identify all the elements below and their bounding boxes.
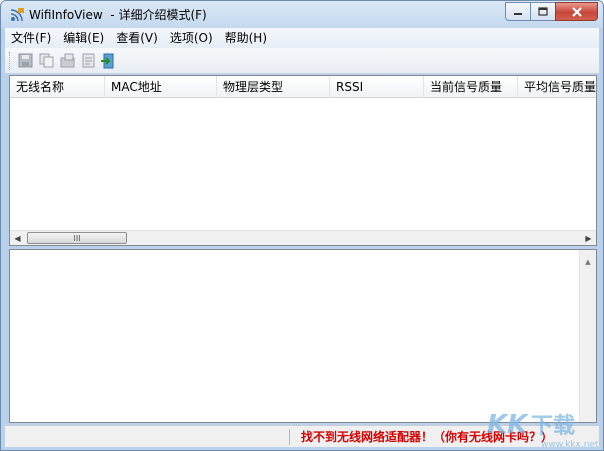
menu-options[interactable]: 选项(O) [164,28,219,48]
horizontal-scrollbar[interactable]: ◀ III ▶ [10,230,596,245]
watermark-logo: KK 下载 www.kkx.net [487,410,599,450]
menu-help[interactable]: 帮助(H) [219,28,273,48]
close-icon [571,6,582,17]
copy-icon [39,53,53,68]
toolbar [5,48,599,74]
menu-edit[interactable]: 编辑(E) [57,28,110,48]
maximize-button[interactable] [530,2,556,21]
network-list[interactable]: 无线名称 MAC地址 物理层类型 RSSI 当前信号质量 平均信号质量 ◀ II… [9,75,597,246]
thumb-grip: III [73,233,81,243]
report-icon [82,53,94,68]
column-header-signal-quality[interactable]: 当前信号质量 [424,76,518,98]
scroll-up-arrow-icon[interactable]: ▲ [580,254,596,270]
title-bar[interactable]: WifiInfoView - 详细介绍模式(F) [1,1,603,28]
save-icon [18,53,32,68]
close-button[interactable] [555,2,598,21]
scroll-left-arrow-icon[interactable]: ◀ [10,231,25,246]
scroll-thumb[interactable]: III [27,232,127,244]
exit-icon [101,53,114,68]
copy-button[interactable] [37,52,55,70]
menu-file[interactable]: 文件(F) [5,28,57,48]
wifi-app-icon [10,8,24,22]
svg-text:www.kkx.net: www.kkx.net [541,440,599,450]
properties-button[interactable] [58,52,76,70]
properties-icon [60,53,74,68]
app-window: WifiInfoView - 详细介绍模式(F) 文件(F) 编辑(E) 查看(… [0,0,604,451]
column-header-rssi[interactable]: RSSI [330,76,424,98]
vertical-scrollbar[interactable]: ▲ [579,250,596,422]
window-title: WifiInfoView - 详细介绍模式(F) [29,8,207,22]
svg-text:KK: KK [487,410,529,440]
minimize-icon [514,12,522,15]
column-header-mac[interactable]: MAC地址 [105,76,217,98]
report-button[interactable] [79,52,97,70]
list-header: 无线名称 MAC地址 物理层类型 RSSI 当前信号质量 平均信号质量 [10,76,596,98]
svg-text:下载: 下载 [531,413,575,439]
status-divider [289,429,290,445]
toolbar-grip[interactable] [9,51,12,70]
minimize-button[interactable] [505,2,531,21]
column-header-phy-type[interactable]: 物理层类型 [217,76,330,98]
column-header-ssid[interactable]: 无线名称 [10,76,105,98]
save-button[interactable] [16,52,34,70]
menu-bar: 文件(F) 编辑(E) 查看(V) 选项(O) 帮助(H) [5,28,599,48]
scroll-right-arrow-icon[interactable]: ▶ [581,231,596,246]
column-header-avg-signal-quality[interactable]: 平均信号质量 [518,76,596,98]
maximize-icon [538,7,548,16]
exit-button[interactable] [100,52,118,70]
menu-view[interactable]: 查看(V) [110,28,164,48]
detail-panel[interactable]: ▲ [9,249,597,423]
